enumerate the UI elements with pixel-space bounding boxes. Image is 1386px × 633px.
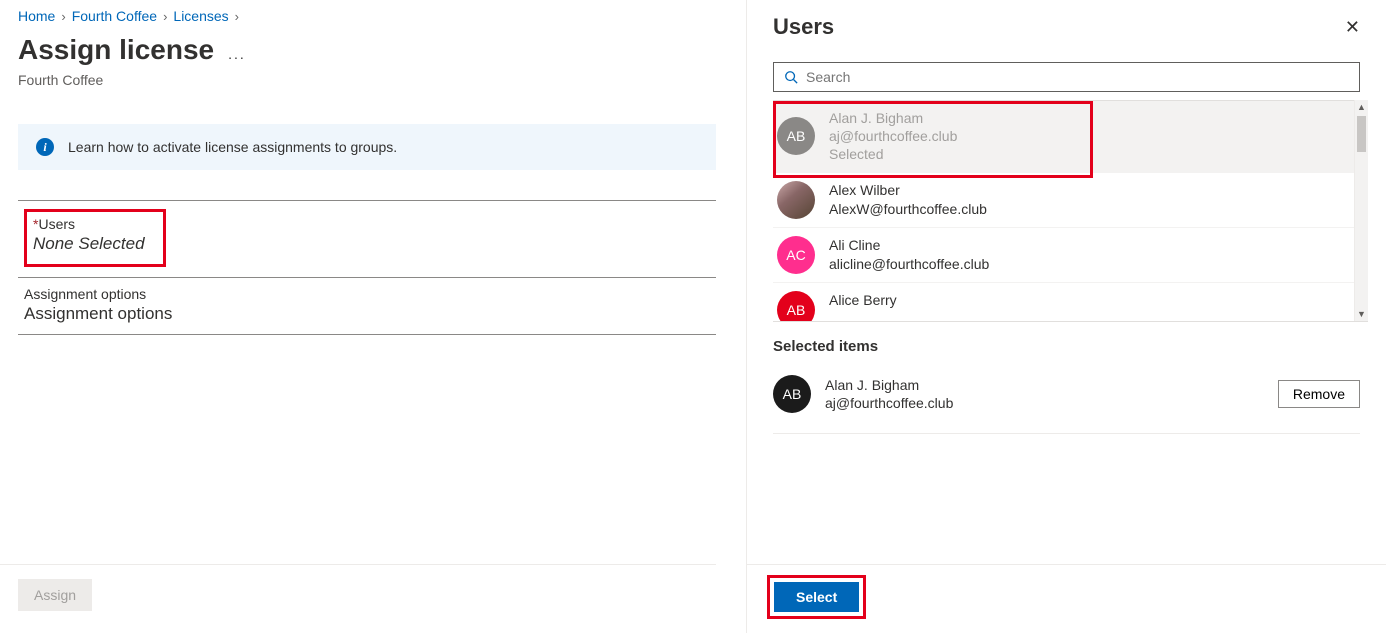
breadcrumb: Home › Fourth Coffee › Licenses › bbox=[18, 2, 716, 28]
select-button[interactable]: Select bbox=[774, 582, 859, 612]
search-input-wrap[interactable] bbox=[773, 62, 1360, 92]
user-name: Ali Cline bbox=[829, 236, 989, 254]
selected-name: Alan J. Bigham bbox=[825, 376, 1278, 394]
info-banner: i Learn how to activate license assignme… bbox=[18, 124, 716, 170]
remove-button[interactable]: Remove bbox=[1278, 380, 1360, 408]
page-title: Assign license bbox=[18, 34, 214, 66]
user-selected-state: Selected bbox=[829, 145, 957, 163]
info-icon: i bbox=[36, 138, 54, 156]
breadcrumb-licenses[interactable]: Licenses bbox=[173, 8, 228, 24]
selected-item-row: AB Alan J. Bigham aj@fourthcoffee.club R… bbox=[773, 367, 1360, 434]
selected-email: aj@fourthcoffee.club bbox=[825, 394, 1278, 412]
avatar: AB bbox=[773, 375, 811, 413]
users-panel: Users ✕ AB Alan J. Bigham aj@fourthcoffe… bbox=[746, 0, 1386, 633]
user-email: AlexW@fourthcoffee.club bbox=[829, 200, 987, 218]
user-list: AB Alan J. Bigham aj@fourthcoffee.club S… bbox=[773, 100, 1354, 321]
field-assignment-options[interactable]: Assignment options Assignment options bbox=[18, 278, 716, 335]
search-icon bbox=[784, 70, 798, 84]
breadcrumb-fourth-coffee[interactable]: Fourth Coffee bbox=[72, 8, 157, 24]
user-name: Alex Wilber bbox=[829, 181, 987, 199]
user-email: alicline@fourthcoffee.club bbox=[829, 255, 989, 273]
scrollbar-thumb[interactable] bbox=[1357, 116, 1366, 152]
more-menu-button[interactable]: ... bbox=[228, 38, 246, 62]
field-options-value: Assignment options bbox=[24, 304, 710, 324]
user-row[interactable]: AC Ali Cline alicline@fourthcoffee.club bbox=[773, 227, 1354, 282]
selected-items-header: Selected items bbox=[747, 322, 1386, 357]
close-icon[interactable]: ✕ bbox=[1345, 17, 1360, 38]
scrollbar-down-arrow[interactable]: ▼ bbox=[1355, 307, 1368, 321]
chevron-right-icon: › bbox=[235, 9, 239, 24]
search-input[interactable] bbox=[806, 69, 1349, 85]
avatar: AB bbox=[777, 117, 815, 155]
scrollbar[interactable]: ▲ ▼ bbox=[1354, 100, 1368, 321]
user-name: Alan J. Bigham bbox=[829, 109, 957, 127]
field-options-label: Assignment options bbox=[24, 286, 710, 302]
user-name: Alice Berry bbox=[829, 291, 897, 309]
panel-title: Users bbox=[773, 14, 834, 40]
info-banner-text: Learn how to activate license assignment… bbox=[68, 139, 397, 155]
user-row[interactable]: Alex Wilber AlexW@fourthcoffee.club bbox=[773, 172, 1354, 227]
assign-button[interactable]: Assign bbox=[18, 579, 92, 611]
chevron-right-icon: › bbox=[163, 9, 167, 24]
field-users-label: *Users bbox=[33, 216, 157, 232]
page-subtitle: Fourth Coffee bbox=[18, 72, 716, 88]
avatar: AC bbox=[777, 236, 815, 274]
user-email: aj@fourthcoffee.club bbox=[829, 127, 957, 145]
field-users-value: None Selected bbox=[33, 234, 157, 254]
breadcrumb-home[interactable]: Home bbox=[18, 8, 55, 24]
avatar bbox=[777, 181, 815, 219]
avatar: AB bbox=[777, 291, 815, 321]
chevron-right-icon: › bbox=[61, 9, 65, 24]
user-row[interactable]: AB Alice Berry bbox=[773, 282, 1354, 309]
scrollbar-up-arrow[interactable]: ▲ bbox=[1355, 100, 1368, 114]
selected-items-list: AB Alan J. Bigham aj@fourthcoffee.club R… bbox=[747, 357, 1386, 434]
field-users[interactable]: *Users None Selected bbox=[18, 201, 716, 278]
user-row[interactable]: AB Alan J. Bigham aj@fourthcoffee.club S… bbox=[773, 101, 1354, 172]
